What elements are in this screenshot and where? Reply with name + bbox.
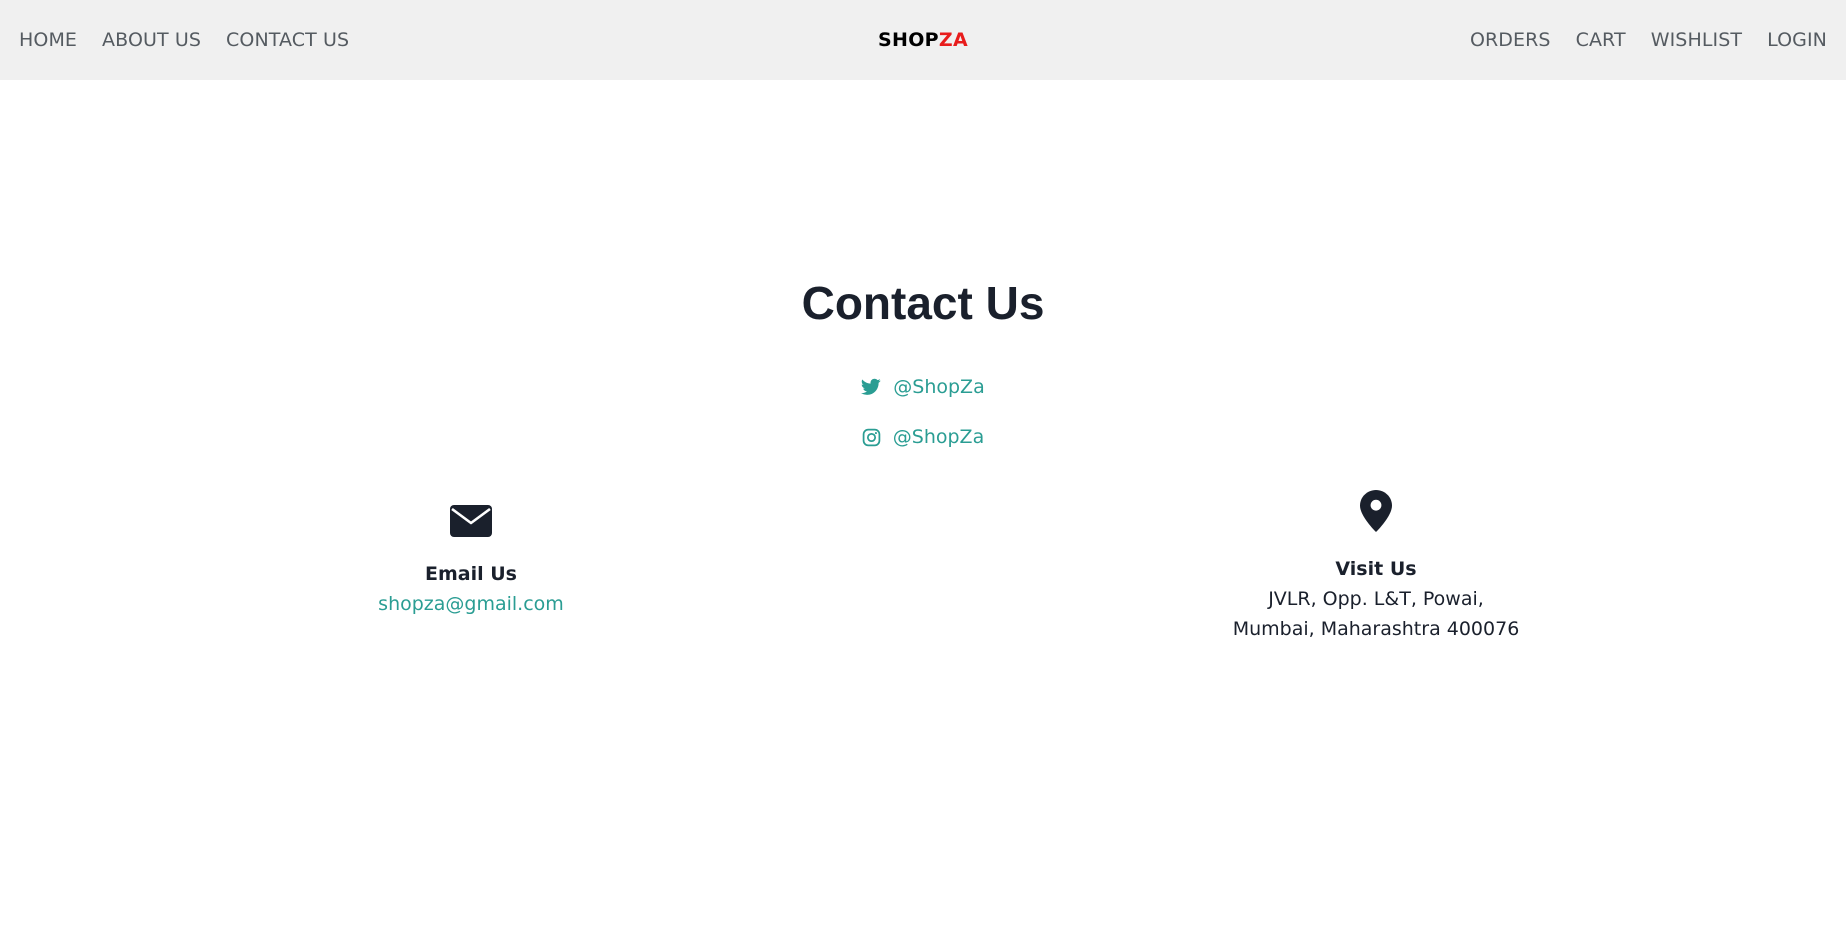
nav-right-group: ORDERS CART WISHLIST LOGIN xyxy=(1445,0,1827,80)
nav-orders-link[interactable]: ORDERS xyxy=(1470,29,1551,51)
address-line-1: JVLR, Opp. L&T, Powai, xyxy=(1268,588,1484,610)
envelope-icon xyxy=(450,505,492,537)
instagram-handle: @ShopZa xyxy=(892,426,985,448)
email-card-heading: Email Us xyxy=(425,563,517,585)
social-instagram-row: @ShopZa xyxy=(0,426,1846,448)
navbar: HOME ABOUT US CONTACT US SHOP ZA ORDERS C… xyxy=(0,0,1846,80)
brand-logo-part1: SHOP xyxy=(878,29,939,51)
page-title: Contact Us xyxy=(801,277,1045,329)
address-line-2: Mumbai, Maharashtra 400076 xyxy=(1232,618,1520,640)
map-pin-icon xyxy=(1360,490,1392,532)
nav-wishlist-link[interactable]: WISHLIST xyxy=(1651,29,1742,51)
brand-logo-part2: ZA xyxy=(938,29,968,51)
visit-card: Visit Us JVLR, Opp. L&T, Powai, Mumbai, … xyxy=(1176,490,1576,644)
nav-login-link[interactable]: LOGIN xyxy=(1767,29,1827,51)
email-card: Email Us shopza@gmail.com xyxy=(371,505,571,619)
instagram-icon xyxy=(862,428,881,446)
email-link[interactable]: shopza@gmail.com xyxy=(378,589,564,619)
twitter-handle: @ShopZa xyxy=(893,376,985,398)
nav-cart-link[interactable]: CART xyxy=(1576,29,1626,51)
twitter-link[interactable]: @ShopZa xyxy=(861,376,985,398)
visit-card-heading: Visit Us xyxy=(1335,558,1417,580)
instagram-link[interactable]: @ShopZa xyxy=(862,426,984,448)
twitter-icon xyxy=(861,378,881,395)
social-twitter-row: @ShopZa xyxy=(0,376,1846,398)
